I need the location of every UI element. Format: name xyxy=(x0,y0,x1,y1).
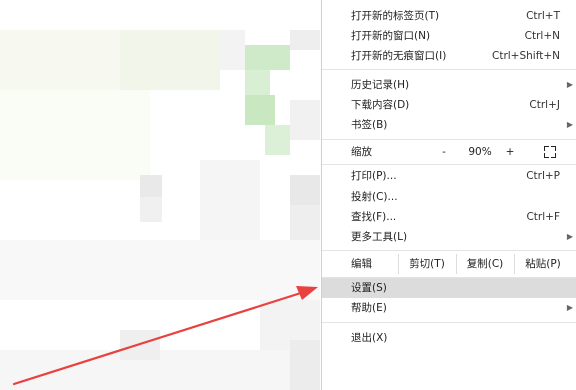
menu-item-label: 打印(P)... xyxy=(351,170,397,182)
submenu-arrow-icon: ▶ xyxy=(566,80,573,89)
blur-tile xyxy=(265,125,290,155)
blur-tile xyxy=(220,30,245,70)
menu-item-label: 投射(C)... xyxy=(351,191,398,203)
menu-item-label: 查找(F)... xyxy=(351,211,397,223)
menu-item-label: 书签(B) xyxy=(351,119,388,131)
zoom-out-button[interactable]: - xyxy=(429,140,459,164)
menu-item-label: 打开新的窗口(N) xyxy=(351,30,431,42)
blur-tile xyxy=(0,30,120,90)
browser-main-menu: 打开新的标签页(T) Ctrl+T 打开新的窗口(N) Ctrl+N 打开新的无… xyxy=(321,0,576,390)
menu-item-shortcut: Ctrl+P xyxy=(526,170,560,182)
blur-tile xyxy=(290,340,320,390)
zoom-in-button[interactable]: + xyxy=(495,140,525,164)
menu-item-label: 更多工具(L) xyxy=(351,231,408,243)
menu-item-find[interactable]: 查找(F)... Ctrl+F xyxy=(322,207,576,227)
blur-tile xyxy=(290,175,320,205)
menu-item-shortcut: Ctrl+F xyxy=(526,211,560,223)
blur-tile xyxy=(120,30,220,90)
zoom-row: 缩放 - 90% + xyxy=(322,140,576,164)
blur-tile xyxy=(140,175,162,197)
cut-button[interactable]: 剪切(T) xyxy=(399,251,455,277)
blur-tile xyxy=(120,330,160,360)
submenu-arrow-icon: ▶ xyxy=(566,303,573,312)
menu-item-new-tab[interactable]: 打开新的标签页(T) Ctrl+T xyxy=(322,6,576,26)
menu-divider xyxy=(322,322,576,323)
menu-divider xyxy=(322,164,576,165)
blur-tile xyxy=(290,30,320,50)
menu-divider xyxy=(322,69,576,70)
menu-item-label: 设置(S) xyxy=(351,282,387,294)
copy-button[interactable]: 复制(C) xyxy=(457,251,513,277)
menu-item-help[interactable]: 帮助(E) ▶ xyxy=(322,298,576,318)
blur-tile xyxy=(245,45,290,70)
zoom-label: 缩放 xyxy=(351,146,372,158)
menu-item-label: 打开新的标签页(T) xyxy=(351,10,440,22)
blur-tile xyxy=(0,350,320,390)
menu-item-label: 帮助(E) xyxy=(351,302,387,314)
menu-item-exit[interactable]: 退出(X) xyxy=(322,328,576,348)
menu-item-downloads[interactable]: 下载内容(D) Ctrl+J xyxy=(322,95,576,115)
menu-item-settings[interactable]: 设置(S) xyxy=(322,278,576,298)
paste-button[interactable]: 粘贴(P) xyxy=(515,251,571,277)
menu-item-shortcut: Ctrl+T xyxy=(526,10,560,22)
menu-item-label: 下载内容(D) xyxy=(351,99,410,111)
menu-item-shortcut: Ctrl+Shift+N xyxy=(492,50,560,62)
blur-tile xyxy=(140,197,162,222)
menu-item-bookmarks[interactable]: 书签(B) ▶ xyxy=(322,115,576,135)
blur-tile xyxy=(245,95,275,125)
menu-item-more-tools[interactable]: 更多工具(L) ▶ xyxy=(322,227,576,247)
submenu-arrow-icon: ▶ xyxy=(566,232,573,241)
menu-item-shortcut: Ctrl+N xyxy=(524,30,560,42)
menu-item-print[interactable]: 打印(P)... Ctrl+P xyxy=(322,166,576,186)
blur-tile xyxy=(290,205,320,245)
menu-item-label: 历史记录(H) xyxy=(351,79,410,91)
menu-item-shortcut: Ctrl+J xyxy=(529,99,560,111)
menu-item-label: 打开新的无痕窗口(I) xyxy=(351,50,447,62)
blur-tile xyxy=(0,240,320,300)
blur-tile xyxy=(290,100,320,140)
menu-item-cast[interactable]: 投射(C)... xyxy=(322,187,576,207)
menu-item-history[interactable]: 历史记录(H) ▶ xyxy=(322,75,576,95)
menu-item-new-window[interactable]: 打开新的窗口(N) Ctrl+N xyxy=(322,26,576,46)
menu-item-new-incognito-window[interactable]: 打开新的无痕窗口(I) Ctrl+Shift+N xyxy=(322,46,576,66)
edit-row: 编辑 剪切(T) 复制(C) 粘贴(P) xyxy=(322,251,576,277)
edit-label: 编辑 xyxy=(351,258,372,270)
menu-item-label: 退出(X) xyxy=(351,332,388,344)
submenu-arrow-icon: ▶ xyxy=(566,120,573,129)
blur-tile xyxy=(245,70,270,95)
fullscreen-icon[interactable] xyxy=(544,146,556,158)
blur-tile xyxy=(0,90,150,180)
zoom-level: 90% xyxy=(468,146,492,158)
